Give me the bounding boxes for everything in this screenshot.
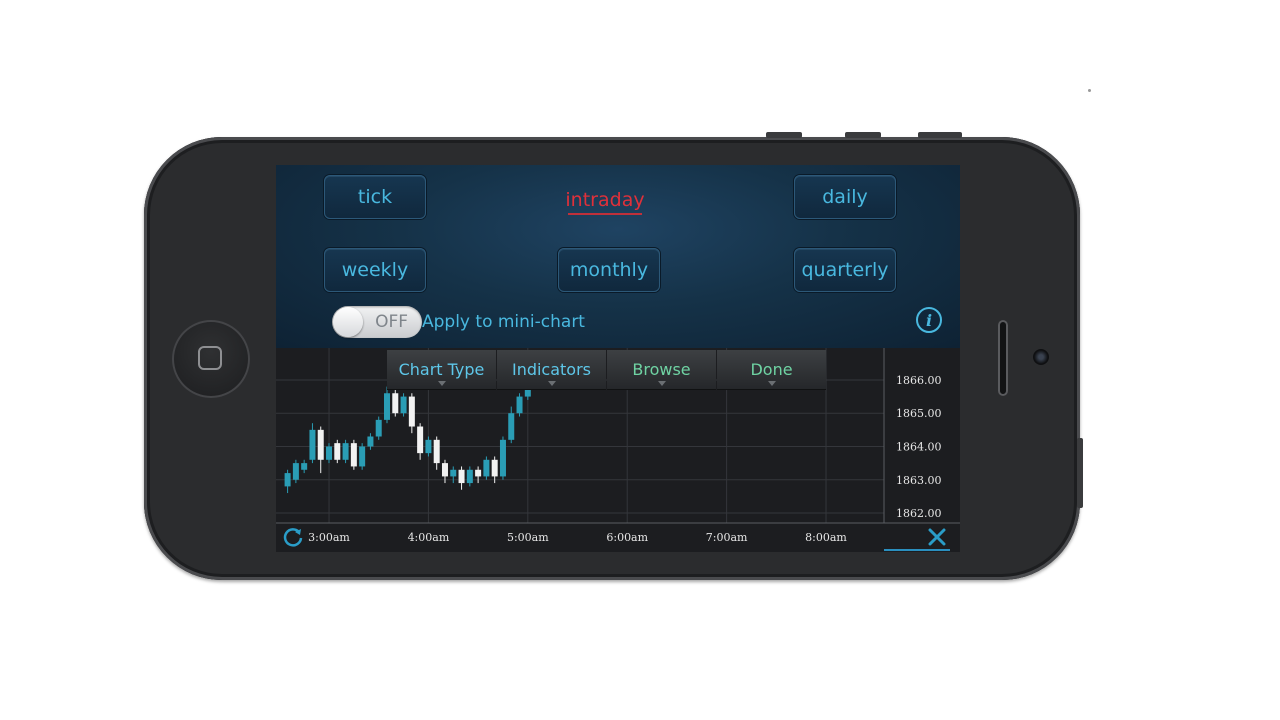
candle-body [433,439,440,464]
chevron-down-icon [437,381,446,386]
toggle-state-label: OFF [375,312,408,332]
mini-chart-toggle[interactable]: OFF [332,306,422,338]
camera-lens [1033,349,1049,365]
candle-body [301,463,308,470]
chart-type-button[interactable]: Chart Type [387,350,496,390]
candle-body [392,393,399,414]
candle-body [359,446,366,467]
info-icon[interactable]: i [916,307,942,333]
stray-dot [1088,89,1091,92]
speaker-grille [998,320,1008,396]
indicators-button[interactable]: Indicators [497,350,606,390]
browse-label: Browse [632,360,691,379]
chevron-down-icon [657,381,666,386]
candle-body [400,396,407,414]
y-tick-label: 1863.00 [896,474,942,487]
candle-body [342,443,349,460]
candle-body [309,429,316,460]
period-quarterly-button[interactable]: quarterly [794,248,896,292]
browse-button[interactable]: Browse [607,350,716,390]
candle-body [516,396,523,414]
done-label: Done [750,360,793,379]
refresh-icon[interactable] [282,526,304,548]
candle-body [326,446,333,460]
candle-body [475,469,482,477]
toggle-knob [333,307,363,337]
home-square-icon [198,346,222,370]
candle-body [441,463,448,477]
indicators-label: Indicators [511,360,592,379]
volume-button [845,132,881,138]
candle-body [417,426,424,454]
chart-type-label: Chart Type [398,360,485,379]
done-button[interactable]: Done [717,350,826,390]
candle-body [408,396,415,427]
candle-body [350,443,357,467]
chart-toolbar: Chart Type Indicators Browse Done [387,350,827,390]
x-tick-label: 4:00am [408,531,450,544]
candle-body [450,469,457,477]
period-weekly-button[interactable]: weekly [324,248,426,292]
period-monthly-button[interactable]: monthly [558,248,660,292]
candle-body [425,439,432,454]
home-button[interactable] [172,320,250,398]
close-underline [884,549,950,551]
period-intraday-button[interactable]: intraday [558,183,652,217]
selected-underline [568,213,642,215]
period-tick-button[interactable]: tick [324,175,426,219]
candle-body [508,413,515,440]
period-intraday-label: intraday [565,189,645,211]
y-tick-label: 1866.00 [896,374,942,387]
x-tick-label: 6:00am [606,531,648,544]
candle-body [483,459,490,477]
y-tick-label: 1862.00 [896,507,942,520]
x-tick-label: 7:00am [706,531,748,544]
chevron-down-icon [547,381,556,386]
app-screen: tick intraday daily weekly monthly quart… [276,165,960,552]
x-tick-label: 3:00am [308,531,350,544]
candle-body [383,393,390,420]
candle-body [317,429,324,460]
close-icon[interactable] [928,528,946,546]
candle-body [284,473,291,487]
power-button [918,132,962,138]
y-tick-label: 1864.00 [896,440,942,453]
candle-body [375,419,382,437]
candle-body [499,439,506,477]
candle-body [458,469,465,484]
candle-body [292,463,299,480]
candle-body [367,436,374,447]
period-daily-button[interactable]: daily [794,175,896,219]
side-switch [1077,438,1083,508]
y-tick-label: 1865.00 [896,407,942,420]
x-tick-label: 8:00am [805,531,847,544]
chevron-down-icon [767,381,776,386]
candle-body [491,459,498,477]
volume-button [766,132,802,138]
candle-body [466,469,473,484]
x-tick-label: 5:00am [507,531,549,544]
period-settings-panel: tick intraday daily weekly monthly quart… [276,165,960,348]
info-icon-glyph: i [925,310,933,330]
candle-body [334,443,341,460]
apply-to-mini-chart-label: Apply to mini-chart [422,312,585,332]
